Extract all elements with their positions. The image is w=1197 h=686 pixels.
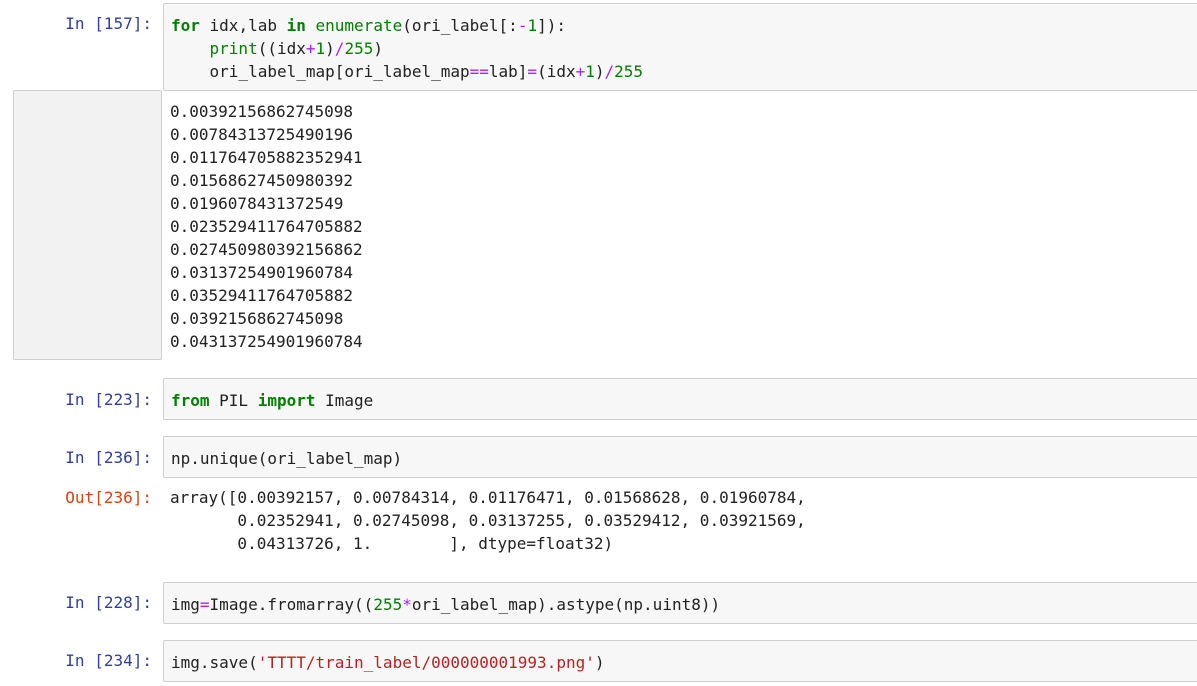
code-token: == [469,62,489,81]
code-token: ]): [537,16,566,35]
code-line: for idx,lab in enumerate(ori_label[:-1])… [171,14,1197,37]
code-token: (ori_label[: [402,16,518,35]
input-prompt: In [236]: [65,448,152,467]
cell-output: 0.00392156862745098 0.00784313725490196 0.… [170,100,363,353]
code-token: from [171,391,210,410]
code-token: ) [594,62,605,81]
output-line: 0.00784313725490196 [170,125,354,144]
code-line: print((idx+1)/255) [171,37,1197,60]
code-token: * [402,595,412,614]
code-token: (idx [537,62,576,81]
code-cell-input[interactable]: img=Image.fromarray((255*ori_label_map).… [163,582,1197,624]
code-token: enumerate [315,16,403,35]
code-token: idx,lab [199,16,287,35]
code-token: 1 [585,62,595,81]
code-token: img [171,595,200,614]
output-collapse-toggle[interactable] [13,90,162,360]
code-line: from PIL import Image [171,389,1197,412]
code-token: ) [325,39,335,58]
code-token: 255 [344,39,374,58]
code-token: ((idx [257,39,306,58]
code-line: img.save('TTTT/train_label/000000001993.… [171,651,1197,674]
output-line: 0.011764705882352941 [170,148,363,167]
code-token: PIL [209,391,258,410]
code-token: Image.fromarray(( [209,595,374,614]
code-line: ori_label_map[ori_label_map==lab]=(idx+1… [171,60,1197,83]
code-token: 255 [614,62,644,81]
code-token: + [575,62,586,81]
code-token: lab] [488,62,528,81]
input-prompt: In [157]: [65,14,152,33]
code-cell-input[interactable]: img.save('TTTT/train_label/000000001993.… [163,640,1197,682]
input-prompt: In [234]: [65,651,152,670]
cell-output: array([0.00392157, 0.00784314, 0.0117647… [170,486,806,555]
code-token: 1 [315,39,326,58]
output-line: 0.01568627450980392 [170,171,354,190]
output-prompt: Out[236]: [65,488,152,507]
output-line: 0.043137254901960784 [170,332,363,351]
output-line: 0.00392156862745098 [170,102,354,121]
code-cell-input[interactable]: np.unique(ori_label_map) [163,436,1197,478]
code-token: Image [315,391,374,410]
code-token: ) [594,653,605,672]
output-line: 0.0196078431372549 [170,194,344,213]
code-cell-input[interactable]: from PIL import Image [163,378,1197,420]
output-line: 0.023529411764705882 [170,217,363,236]
code-token: import [257,391,316,410]
code-token: 1 [527,16,538,35]
code-token: / [604,62,615,81]
output-line: 0.027450980392156862 [170,240,363,259]
code-token: / [334,39,345,58]
code-token: ) [373,39,383,58]
code-token: 255 [373,595,403,614]
output-line: 0.02352941, 0.02745098, 0.03137255, 0.03… [170,511,806,530]
code-token: = [199,595,210,614]
code-token: np.unique(ori_label_map) [171,449,403,468]
code-token: + [305,39,316,58]
code-token: print [209,39,258,58]
output-line: 0.0392156862745098 [170,309,344,328]
input-prompt: In [228]: [65,593,152,612]
input-prompt: In [223]: [65,390,152,409]
code-token: for [171,16,200,35]
output-line: 0.03529411764705882 [170,286,354,305]
output-line: array([0.00392157, 0.00784314, 0.0117647… [170,488,806,507]
code-line: np.unique(ori_label_map) [171,447,1197,470]
code-cell-input[interactable]: for idx,lab in enumerate(ori_label[:-1])… [163,3,1197,91]
code-token: 'TTTT/train_label/000000001993.png' [257,653,595,672]
code-token: in [286,16,306,35]
code-token: ori_label_map).astype(np.uint8)) [411,595,721,614]
code-token: - [517,16,528,35]
code-line: img=Image.fromarray((255*ori_label_map).… [171,593,1197,616]
code-token: ori_label_map[ori_label_map [171,62,470,81]
output-line: 0.04313726, 1. ], dtype=float32) [170,534,614,553]
code-token: img.save( [171,653,258,672]
output-line: 0.03137254901960784 [170,263,354,282]
code-token: = [527,62,538,81]
